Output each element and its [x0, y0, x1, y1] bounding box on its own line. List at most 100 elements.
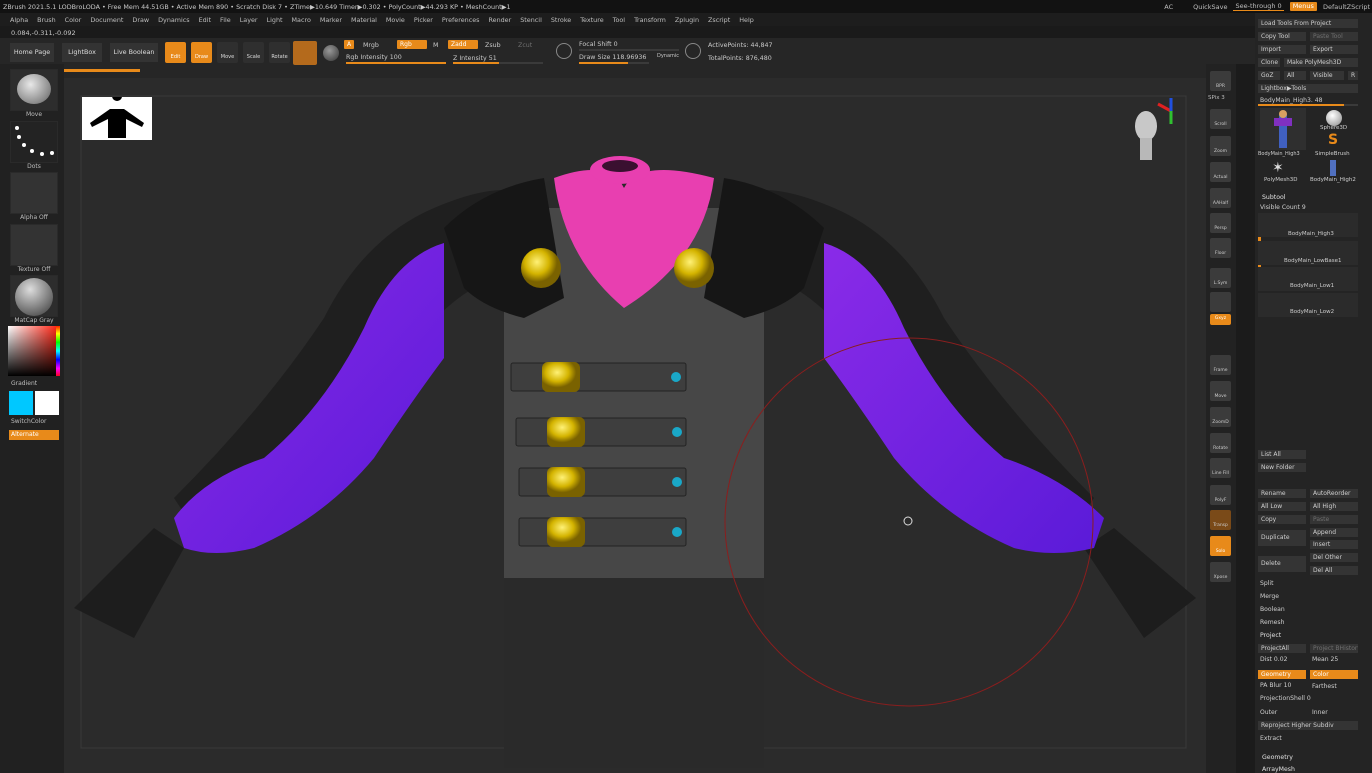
- alternate-button[interactable]: Alternate: [9, 430, 59, 440]
- menu-zscript[interactable]: Zscript: [708, 16, 730, 24]
- menu-material[interactable]: Material: [351, 16, 377, 24]
- pa-blur-slider[interactable]: PA Blur 10: [1260, 682, 1291, 689]
- split-menu[interactable]: Split: [1260, 580, 1274, 587]
- outer-toggle[interactable]: Outer: [1260, 709, 1277, 716]
- quicksave-button[interactable]: QuickSave: [1193, 3, 1227, 11]
- duplicate-button[interactable]: Duplicate: [1258, 530, 1306, 546]
- head-orientation-icon[interactable]: [1132, 108, 1160, 164]
- axis-gizmo[interactable]: [1156, 96, 1186, 126]
- default-zscript-button[interactable]: DefaultZScript: [1323, 3, 1370, 11]
- menu-render[interactable]: Render: [488, 16, 511, 24]
- menu-preferences[interactable]: Preferences: [442, 16, 480, 24]
- goz-visible-button[interactable]: Visible: [1310, 71, 1344, 80]
- zsub-toggle[interactable]: Zsub: [485, 42, 501, 49]
- lightbox-button[interactable]: LightBox: [62, 43, 102, 62]
- all-high-button[interactable]: All High: [1310, 502, 1358, 511]
- menu-stroke[interactable]: Stroke: [551, 16, 571, 24]
- transp-button[interactable]: Transp: [1210, 510, 1231, 530]
- menu-stencil[interactable]: Stencil: [520, 16, 542, 24]
- subtool-section-header[interactable]: Subtool: [1262, 194, 1286, 201]
- menu-zplugin[interactable]: Zplugin: [675, 16, 699, 24]
- m-toggle[interactable]: M: [433, 42, 438, 49]
- bpr-button[interactable]: BPR: [1210, 71, 1231, 91]
- navigation-thumbnail[interactable]: [82, 91, 152, 140]
- menu-transform[interactable]: Transform: [634, 16, 666, 24]
- merge-menu[interactable]: Merge: [1260, 593, 1279, 600]
- menus-button[interactable]: Menus: [1289, 2, 1317, 11]
- menu-brush[interactable]: Brush: [37, 16, 55, 24]
- polyf-button[interactable]: PolyF: [1210, 485, 1231, 505]
- menu-help[interactable]: Help: [739, 16, 754, 24]
- del-other-button[interactable]: Del Other: [1310, 553, 1358, 562]
- lightbox-tools-button[interactable]: Lightbox▶Tools: [1258, 84, 1358, 93]
- gizmo-icon[interactable]: [323, 45, 339, 61]
- menu-draw[interactable]: Draw: [132, 16, 149, 24]
- mrgb-toggle[interactable]: Mrgb: [363, 42, 379, 49]
- actual-button[interactable]: Actual: [1210, 162, 1231, 182]
- frame-button[interactable]: Frame: [1210, 355, 1231, 375]
- all-low-button[interactable]: All Low: [1258, 502, 1306, 511]
- subtool-item-3[interactable]: BodyMain_Low1: [1258, 267, 1358, 291]
- z-intensity-slider[interactable]: [453, 62, 543, 64]
- remesh-menu[interactable]: Remesh: [1260, 619, 1284, 626]
- goz-button[interactable]: GoZ: [1258, 71, 1280, 80]
- clone-button[interactable]: Clone: [1258, 58, 1280, 67]
- dynamic-toggle[interactable]: Dynamic: [657, 53, 679, 59]
- stroke-thumbnail[interactable]: [10, 121, 58, 163]
- scroll-button[interactable]: Scroll: [1210, 109, 1231, 129]
- boolean-menu[interactable]: Boolean: [1260, 606, 1285, 613]
- canvas-viewport[interactable]: [64, 78, 1206, 773]
- menu-tool[interactable]: Tool: [613, 16, 625, 24]
- menu-texture[interactable]: Texture: [580, 16, 603, 24]
- zcut-toggle[interactable]: Zcut: [518, 42, 532, 49]
- aahalf-button[interactable]: AAHalf: [1210, 188, 1231, 208]
- a-toggle[interactable]: A: [344, 40, 355, 49]
- menu-marker[interactable]: Marker: [320, 16, 342, 24]
- gxyz-button[interactable]: Gxyz: [1210, 314, 1231, 325]
- insert-button[interactable]: Insert: [1310, 540, 1358, 549]
- mean-slider[interactable]: Mean 25: [1312, 656, 1338, 663]
- menu-edit[interactable]: Edit: [199, 16, 211, 24]
- persp-button[interactable]: Persp: [1210, 213, 1231, 233]
- auto-reorder-button[interactable]: AutoReorder: [1310, 489, 1358, 498]
- menu-dynamics[interactable]: Dynamics: [158, 16, 190, 24]
- export-button[interactable]: Export: [1310, 45, 1358, 54]
- secondary-color-swatch[interactable]: [35, 391, 59, 415]
- subtool-item-4[interactable]: BodyMain_Low2: [1258, 293, 1358, 317]
- projection-shell-slider[interactable]: ProjectionShell 0: [1260, 695, 1311, 702]
- menu-color[interactable]: Color: [65, 16, 82, 24]
- menu-picker[interactable]: Picker: [414, 16, 433, 24]
- goz-r-button[interactable]: R: [1348, 71, 1358, 80]
- paste-subtool-button[interactable]: Paste: [1310, 515, 1358, 524]
- del-all-button[interactable]: Del All: [1310, 566, 1358, 575]
- lsym-button[interactable]: L.Sym: [1210, 268, 1231, 288]
- rgb-intensity-slider[interactable]: [346, 62, 446, 64]
- color-toggle[interactable]: Color: [1310, 670, 1358, 679]
- panel-scroll-gutter[interactable]: [1236, 64, 1255, 773]
- edit-mode-button[interactable]: Edit: [165, 42, 186, 63]
- ac-button[interactable]: AC: [1164, 3, 1173, 11]
- live-boolean-button[interactable]: Live Boolean: [110, 43, 158, 62]
- append-button[interactable]: Append: [1310, 528, 1358, 537]
- xpose-button[interactable]: Xpose: [1210, 562, 1231, 582]
- rotate-mode-button[interactable]: Rotate: [269, 42, 290, 63]
- menu-light[interactable]: Light: [267, 16, 283, 24]
- menu-macro[interactable]: Macro: [292, 16, 311, 24]
- subtool-item-2[interactable]: BodyMain_LowBase1: [1258, 241, 1358, 265]
- load-tools-from-project-button[interactable]: Load Tools From Project: [1258, 19, 1358, 28]
- menu-document[interactable]: Document: [90, 16, 123, 24]
- see-through-slider[interactable]: See-through 0: [1233, 2, 1284, 11]
- dist-slider[interactable]: Dist 0.02: [1260, 656, 1287, 663]
- menu-file[interactable]: File: [220, 16, 231, 24]
- move-view-button[interactable]: Move: [1210, 381, 1231, 401]
- current-tool-slider[interactable]: BodyMain_High3. 48: [1260, 97, 1323, 104]
- import-button[interactable]: Import: [1258, 45, 1306, 54]
- farthest-toggle[interactable]: Farthest: [1312, 683, 1337, 690]
- floor-button[interactable]: Floor: [1210, 238, 1231, 258]
- zoom-button[interactable]: Zoom: [1210, 136, 1231, 156]
- extract-menu[interactable]: Extract: [1260, 735, 1282, 742]
- menu-movie[interactable]: Movie: [386, 16, 405, 24]
- draw-mode-button[interactable]: Draw: [191, 42, 212, 63]
- focal-shift-slider[interactable]: [579, 49, 679, 51]
- rgb-toggle[interactable]: Rgb: [397, 40, 427, 49]
